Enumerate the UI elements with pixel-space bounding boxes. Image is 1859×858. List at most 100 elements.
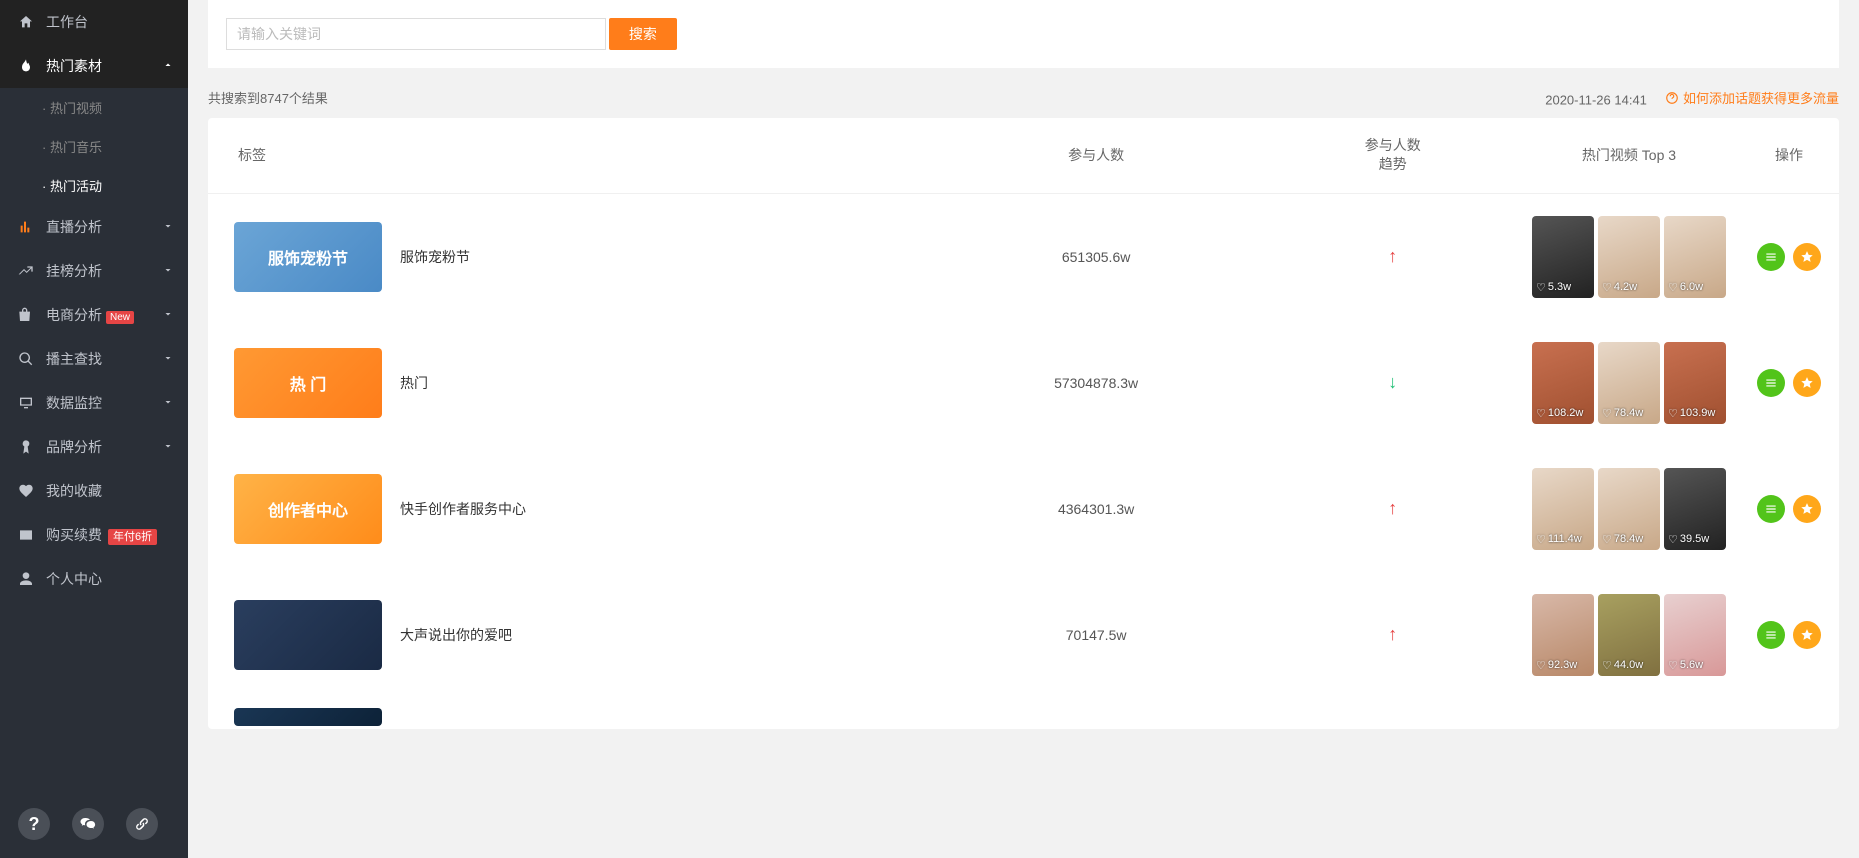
video-count: ♡78.4w xyxy=(1602,533,1643,546)
search-input[interactable] xyxy=(226,18,606,50)
nav-personal-center[interactable]: 个人中心 xyxy=(0,557,188,601)
fire-icon xyxy=(18,58,34,74)
actions-cell xyxy=(1739,446,1839,572)
heart-icon: ♡ xyxy=(1668,281,1678,294)
detail-button[interactable] xyxy=(1757,621,1785,649)
chevron-down-icon xyxy=(162,263,174,279)
detail-button[interactable] xyxy=(1757,369,1785,397)
top3-cell: ♡5.3w ♡4.2w ♡6.0w xyxy=(1519,193,1739,320)
video-count: ♡4.2w xyxy=(1602,281,1637,294)
nav-label: 品牌分析 xyxy=(46,437,170,457)
discount-badge: 年付6折 xyxy=(108,529,157,545)
video-count: ♡92.3w xyxy=(1536,659,1577,672)
sidebar: 工作台 热门素材 · 热门视频 · 热门音乐 · 热门活动 直播分析 挂榜分析 … xyxy=(0,0,188,858)
th-participants: 参与人数 xyxy=(926,118,1267,194)
top3-cell: ♡92.3w ♡44.0w ♡5.6w xyxy=(1519,572,1739,698)
nav-hot-materials[interactable]: 热门素材 xyxy=(0,44,188,88)
top3-cell: ♡111.4w ♡78.4w ♡39.5w xyxy=(1519,446,1739,572)
video-thumb[interactable]: ♡39.5w xyxy=(1664,468,1726,550)
tag-thumbnail: 热 门 xyxy=(234,348,382,418)
heart-icon: ♡ xyxy=(1536,659,1546,672)
nav-my-favorites[interactable]: 我的收藏 xyxy=(0,469,188,513)
sub-hot-activity[interactable]: · 热门活动 xyxy=(0,166,188,205)
th-tag: 标签 xyxy=(208,118,926,194)
nav-brand-analysis[interactable]: 品牌分析 xyxy=(0,425,188,469)
tag-cell: 创作者中心 快手创作者服务中心 xyxy=(234,474,914,544)
tag-title: 服饰宠粉节 xyxy=(400,247,470,267)
nav-buy-renew[interactable]: 购买续费年付6折 xyxy=(0,513,188,557)
favorite-button[interactable] xyxy=(1793,621,1821,649)
video-thumb[interactable]: ♡5.6w xyxy=(1664,594,1726,676)
arrow-up-icon: ↑ xyxy=(1388,624,1397,644)
video-count: ♡108.2w xyxy=(1536,407,1583,420)
help-link[interactable]: 如何添加话题获得更多流量 xyxy=(1665,88,1839,107)
table-row[interactable]: 创作者中心 快手创作者服务中心 4364301.3w↑♡111.4w♡78.4w… xyxy=(208,446,1839,572)
video-count: ♡78.4w xyxy=(1602,407,1643,420)
help-button[interactable]: ? xyxy=(18,808,50,840)
video-thumb[interactable]: ♡111.4w xyxy=(1532,468,1594,550)
tag-thumbnail: 创作者中心 xyxy=(234,474,382,544)
nav-ranking-analysis[interactable]: 挂榜分析 xyxy=(0,249,188,293)
video-thumb[interactable]: ♡44.0w xyxy=(1598,594,1660,676)
home-icon xyxy=(18,14,34,30)
detail-button[interactable] xyxy=(1757,243,1785,271)
new-badge: New xyxy=(106,311,134,324)
video-thumb[interactable]: ♡92.3w xyxy=(1532,594,1594,676)
trending-icon xyxy=(18,263,34,279)
table-row[interactable]: 热 门 热门 57304878.3w↓♡108.2w♡78.4w♡103.9w xyxy=(208,320,1839,446)
sub-hot-video[interactable]: · 热门视频 xyxy=(0,88,188,127)
video-count: ♡103.9w xyxy=(1668,407,1715,420)
heart-icon: ♡ xyxy=(1602,659,1612,672)
nav-workbench[interactable]: 工作台 xyxy=(0,0,188,44)
nav-data-monitor[interactable]: 数据监控 xyxy=(0,381,188,425)
tag-cell: 大声说出你的爱吧 xyxy=(234,600,914,670)
video-count: ♡5.3w xyxy=(1536,281,1571,294)
arrow-up-icon: ↑ xyxy=(1388,498,1397,518)
table-row[interactable]: 服饰宠粉节 服饰宠粉节 651305.6w↑♡5.3w♡4.2w♡6.0w xyxy=(208,193,1839,320)
video-count: ♡39.5w xyxy=(1668,533,1709,546)
top3-cell: ♡108.2w ♡78.4w ♡103.9w xyxy=(1519,320,1739,446)
video-thumb[interactable]: ♡103.9w xyxy=(1664,342,1726,424)
participants-cell: 651305.6w xyxy=(926,193,1267,320)
trend-cell: ↓ xyxy=(1267,320,1519,446)
video-count: ♡5.6w xyxy=(1668,659,1703,672)
tag-title: 快手创作者服务中心 xyxy=(400,499,526,519)
favorite-button[interactable] xyxy=(1793,495,1821,523)
favorite-button[interactable] xyxy=(1793,369,1821,397)
search-button[interactable]: 搜索 xyxy=(609,18,677,50)
chevron-down-icon xyxy=(162,307,174,323)
nav-live-analysis[interactable]: 直播分析 xyxy=(0,205,188,249)
arrow-up-icon: ↑ xyxy=(1388,246,1397,266)
video-thumb[interactable]: ♡78.4w xyxy=(1598,468,1660,550)
nav-label: 热门素材 xyxy=(46,56,170,76)
sub-hot-music[interactable]: · 热门音乐 xyxy=(0,127,188,166)
detail-button[interactable] xyxy=(1757,495,1785,523)
tag-title: 热门 xyxy=(400,373,428,393)
heart-icon xyxy=(18,483,34,499)
video-thumb[interactable]: ♡108.2w xyxy=(1532,342,1594,424)
chevron-down-icon xyxy=(162,439,174,455)
heart-icon: ♡ xyxy=(1668,659,1678,672)
video-thumb[interactable]: ♡78.4w xyxy=(1598,342,1660,424)
favorite-button[interactable] xyxy=(1793,243,1821,271)
results-meta: 2020-11-26 14:41 如何添加话题获得更多流量 xyxy=(1545,88,1839,108)
nav-label: 电商分析New xyxy=(46,305,170,325)
nav-label: 数据监控 xyxy=(46,393,170,413)
link-button[interactable] xyxy=(126,808,158,840)
chevron-up-icon xyxy=(162,58,174,74)
nav-label: 我的收藏 xyxy=(46,481,170,501)
main-content: 搜索 共搜索到8747个结果 2020-11-26 14:41 如何添加话题获得… xyxy=(188,0,1859,749)
video-thumb[interactable]: ♡5.3w xyxy=(1532,216,1594,298)
video-thumb[interactable]: ♡6.0w xyxy=(1664,216,1726,298)
nav-label: 直播分析 xyxy=(46,217,170,237)
actions-cell xyxy=(1739,572,1839,698)
nav-ecommerce-analysis[interactable]: 电商分析New xyxy=(0,293,188,337)
table-row[interactable]: 大声说出你的爱吧 70147.5w ↑ ♡92.3w ♡44.0w ♡5.6w xyxy=(208,572,1839,698)
th-trend: 参与人数趋势 xyxy=(1267,118,1519,194)
table-panel: 标签 参与人数 参与人数趋势 热门视频 Top 3 操作 服饰宠粉节 服饰宠粉节… xyxy=(208,118,1839,729)
participants-cell: 70147.5w xyxy=(926,572,1267,698)
video-thumb[interactable]: ♡4.2w xyxy=(1598,216,1660,298)
wechat-button[interactable] xyxy=(72,808,104,840)
nav-anchor-search[interactable]: 播主查找 xyxy=(0,337,188,381)
chevron-down-icon xyxy=(162,219,174,235)
